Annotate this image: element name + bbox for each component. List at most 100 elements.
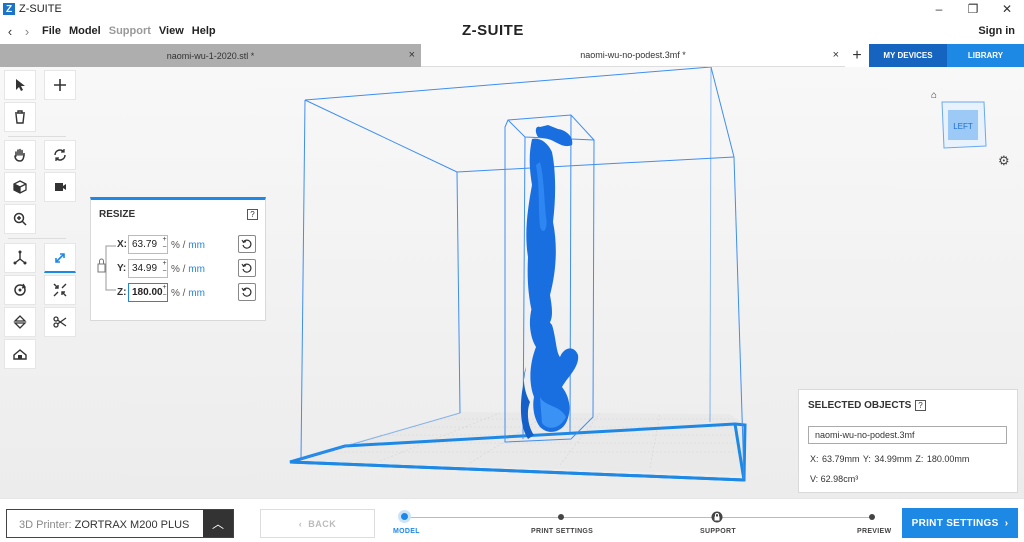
back-button[interactable]: ‹ BACK [260, 509, 375, 538]
percent-unit[interactable]: % [171, 288, 180, 299]
percent-unit[interactable]: % [171, 240, 180, 251]
title-bar: Z Z-SUITE – ❐ ✕ [0, 0, 1024, 18]
resize-panel: RESIZE ? X: 63.79 + − % / mm Y: 34.99 + − … [90, 197, 266, 321]
unit-toggle[interactable]: % / mm [171, 288, 205, 299]
print-settings-button[interactable]: PRINT SETTINGS › [902, 508, 1018, 538]
place-on-bed-button[interactable] [4, 339, 36, 369]
menu-file[interactable]: File [42, 25, 61, 37]
tab-close-icon[interactable]: × [833, 49, 839, 61]
reset-y-button[interactable] [238, 259, 256, 277]
mm-unit[interactable]: mm [188, 288, 205, 299]
steps-line [404, 517, 874, 518]
unit-toggle[interactable]: % / mm [171, 264, 205, 275]
help-icon[interactable]: ? [915, 400, 926, 411]
tab-naomi-wu-1-2020[interactable]: naomi-wu-1-2020.stl * × [0, 44, 421, 67]
printer-select[interactable]: 3D Printer: ZORTRAX M200 PLUS ︿ [6, 509, 234, 538]
library-button[interactable]: LIBRARY [947, 44, 1024, 67]
sign-in-link[interactable]: Sign in [978, 25, 1015, 37]
y-spinner[interactable]: + − [161, 260, 168, 277]
camera-icon [55, 183, 66, 191]
close-window-button[interactable]: ✕ [990, 0, 1024, 18]
step-model-indicator[interactable] [398, 510, 411, 523]
chevron-up-icon[interactable]: ︿ [203, 510, 233, 537]
gear-icon[interactable]: ⚙ [998, 153, 1010, 169]
shrink-icon [53, 283, 67, 297]
brand-logo: Z-SUITE [462, 22, 524, 39]
mm-unit[interactable]: mm [188, 264, 205, 275]
back-arrow-icon[interactable]: ‹ [3, 24, 17, 39]
selected-objects-panel: SELECTED OBJECTS ? naomi-wu-no-podest.3m… [798, 389, 1018, 493]
resize-tool-button[interactable] [44, 243, 76, 273]
minimize-button[interactable]: – [922, 0, 956, 18]
hand-icon [14, 148, 25, 162]
view-object-button[interactable] [4, 172, 36, 202]
printer-name: ZORTRAX M200 PLUS [74, 519, 190, 531]
mirror-icon [13, 315, 27, 329]
tab-label: naomi-wu-no-podest.3mf * [580, 50, 686, 60]
unit-toggle[interactable]: % / mm [171, 240, 205, 251]
cut-tool-button[interactable] [44, 307, 76, 337]
mm-unit[interactable]: mm [188, 240, 205, 251]
move-tool-button[interactable] [4, 243, 36, 273]
cursor-icon [16, 79, 25, 91]
help-icon[interactable]: ? [247, 209, 258, 220]
select-tool-button[interactable] [4, 70, 36, 100]
pan-tool-button[interactable] [4, 140, 36, 170]
3d-viewport[interactable]: RESIZE ? X: 63.79 + − % / mm Y: 34.99 + − … [0, 67, 1024, 498]
place-icon [13, 349, 27, 360]
forward-arrow-icon[interactable]: › [20, 24, 34, 39]
add-tab-button[interactable]: + [845, 44, 869, 67]
reset-x-button[interactable] [238, 235, 256, 253]
auto-scale-button[interactable] [44, 275, 76, 305]
delete-button[interactable] [4, 102, 36, 132]
rotate-tool-button[interactable] [4, 275, 36, 305]
view-cube[interactable]: LEFT [938, 100, 988, 150]
percent-unit[interactable]: % [171, 264, 180, 275]
add-model-button[interactable] [44, 70, 76, 100]
printer-label: 3D Printer: ZORTRAX M200 PLUS [19, 519, 189, 531]
x-spinner[interactable]: + − [161, 236, 168, 253]
window-title: Z-SUITE [19, 3, 62, 15]
trash-icon [15, 110, 25, 124]
move-axes-icon [13, 250, 27, 265]
my-devices-button[interactable]: MY DEVICES [869, 44, 947, 67]
step-model-label[interactable]: MODEL [393, 528, 420, 535]
model-figure[interactable] [520, 125, 579, 439]
z-spinner[interactable]: + − [161, 284, 168, 301]
mirror-tool-button[interactable] [4, 307, 36, 337]
lock-icon [711, 511, 723, 523]
reset-z-button[interactable] [238, 283, 256, 301]
step-print-settings-indicator[interactable] [558, 514, 564, 520]
scissors-icon [53, 316, 67, 328]
orbit-tool-button[interactable] [44, 140, 76, 170]
unit-separator: / [179, 288, 189, 299]
tab-naomi-wu-no-podest[interactable]: naomi-wu-no-podest.3mf * × [421, 44, 845, 67]
reset-icon [241, 239, 252, 249]
selected-object-name[interactable]: naomi-wu-no-podest.3mf [808, 426, 1007, 444]
toolbar-divider [8, 238, 66, 239]
step-preview-label[interactable]: PREVIEW [857, 528, 891, 535]
menu-support[interactable]: Support [109, 25, 151, 37]
tab-close-icon[interactable]: × [409, 49, 415, 61]
unit-separator: / [179, 240, 189, 251]
step-print-settings-label[interactable]: PRINT SETTINGS [531, 528, 593, 535]
app-logo-icon: Z [3, 3, 15, 15]
step-preview-indicator[interactable] [869, 514, 875, 520]
printer-prefix: 3D Printer: [19, 519, 75, 531]
unit-separator: / [179, 264, 189, 275]
zoom-tool-button[interactable] [4, 204, 36, 234]
menu-view[interactable]: View [159, 25, 184, 37]
camera-view-button[interactable] [44, 172, 76, 202]
plus-icon [54, 79, 66, 91]
menu-help[interactable]: Help [192, 25, 216, 37]
menu-model[interactable]: Model [69, 25, 101, 37]
orbit-icon [54, 149, 66, 161]
tab-bar: naomi-wu-1-2020.stl * × naomi-wu-no-pode… [0, 44, 1024, 67]
maximize-button[interactable]: ❐ [956, 0, 990, 18]
resize-icon [55, 252, 65, 263]
resize-row-y: Y: 34.99 + − % / mm [91, 259, 267, 279]
reset-icon [241, 287, 252, 297]
bottom-bar: 3D Printer: ZORTRAX M200 PLUS ︿ ‹ BACK M… [0, 498, 1024, 542]
home-view-icon[interactable]: ⌂ [931, 90, 937, 101]
step-support-label[interactable]: SUPPORT [700, 528, 736, 535]
